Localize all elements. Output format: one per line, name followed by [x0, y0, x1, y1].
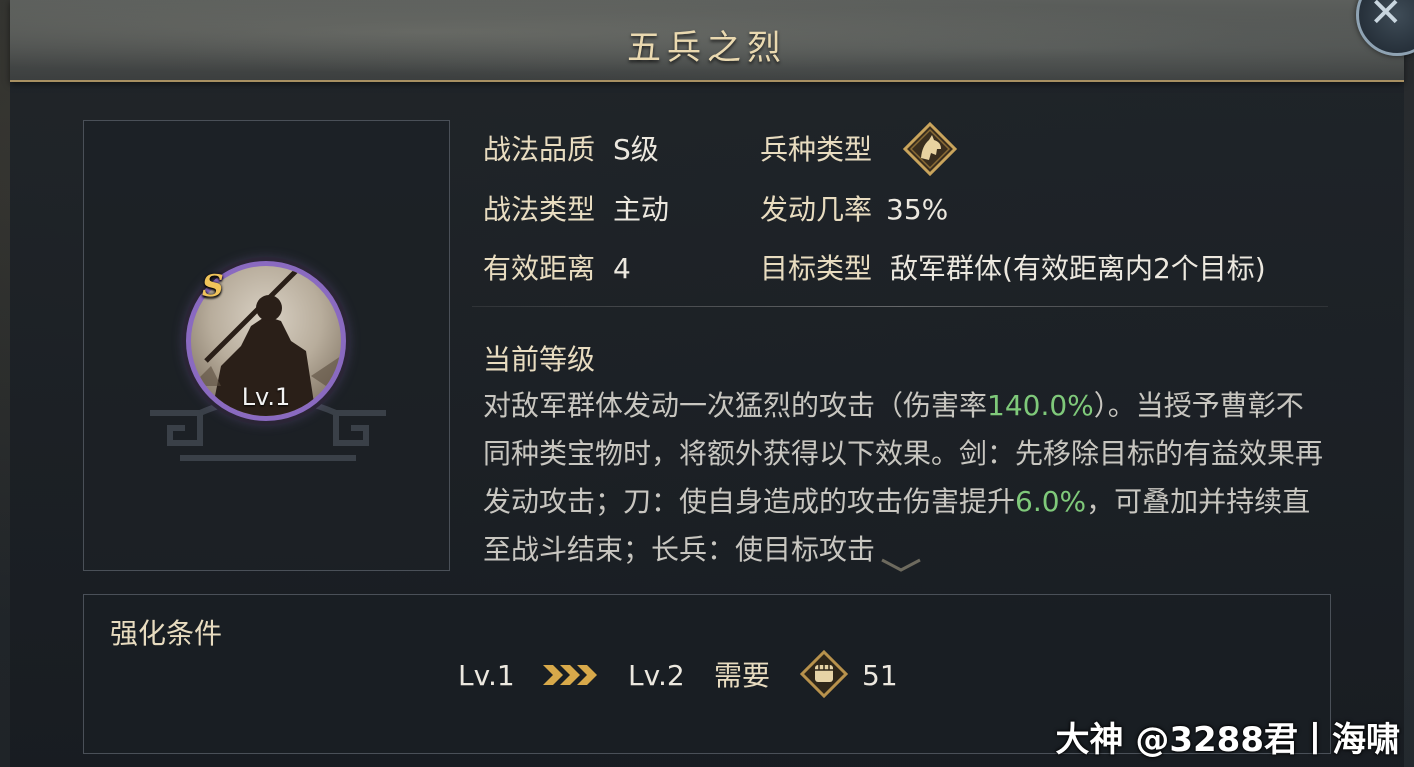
type-row: 战法类型 主动 [483, 193, 669, 227]
target-value: 敌军群体(有效距离内2个目标) [890, 252, 1266, 285]
skill-level-label: Lv.1 [241, 383, 291, 411]
skill-icon-frame: S Lv.1 [83, 120, 450, 571]
desc-text-1: 对敌军群体发动一次猛烈的攻击（伤害率 [483, 389, 988, 422]
upgrade-title: 强化条件 [110, 617, 223, 650]
skill-detail-window: 五兵之烈 ✕ S Lv.1 战法品质 S级 兵种类型 战法类型 主动 发动几率 … [0, 0, 1414, 767]
range-value: 4 [613, 252, 631, 285]
skill-description[interactable]: 对敌军群体发动一次猛烈的攻击（伤害率140.0%）。当授予曹彰不同种类宝物时，将… [483, 382, 1323, 574]
grade-badge: S [202, 269, 224, 304]
desc-highlight-2: 6.0% [1015, 485, 1087, 518]
triple-arrow-icon [543, 665, 597, 685]
chevron-down-icon[interactable] [878, 556, 924, 574]
quality-label: 战法品质 [483, 133, 596, 166]
troop-row: 兵种类型 [760, 133, 872, 167]
type-value: 主动 [613, 193, 670, 226]
window-title: 五兵之烈 [627, 28, 787, 68]
range-label: 有效距离 [483, 252, 596, 285]
to-level: Lv.2 [628, 659, 685, 692]
rate-row: 发动几率 35% [760, 193, 948, 227]
rate-value: 35% [886, 193, 949, 226]
current-level-title: 当前等级 [483, 343, 596, 376]
close-x-icon: ✕ [1369, 0, 1403, 36]
target-label: 目标类型 [760, 252, 873, 285]
target-row: 目标类型 敌军群体(有效距离内2个目标) [760, 252, 1266, 286]
quality-row: 战法品质 S级 [483, 133, 659, 167]
divider [472, 306, 1328, 307]
desc-highlight-1: 140.0% [987, 389, 1094, 422]
rate-label: 发动几率 [760, 193, 873, 226]
troop-label: 兵种类型 [760, 133, 873, 166]
fist-token-icon [800, 650, 848, 698]
from-level: Lv.1 [458, 659, 515, 692]
type-label: 战法类型 [483, 193, 596, 226]
watermark: 大神 @3288君丨海啸 [1055, 720, 1400, 760]
quality-value: S级 [613, 133, 659, 166]
need-label: 需要 [714, 659, 771, 692]
cavalry-horse-icon[interactable] [903, 122, 957, 176]
title-bar: 五兵之烈 [10, 0, 1404, 82]
range-row: 有效距离 4 [483, 252, 631, 286]
cost-value: 51 [862, 659, 898, 692]
